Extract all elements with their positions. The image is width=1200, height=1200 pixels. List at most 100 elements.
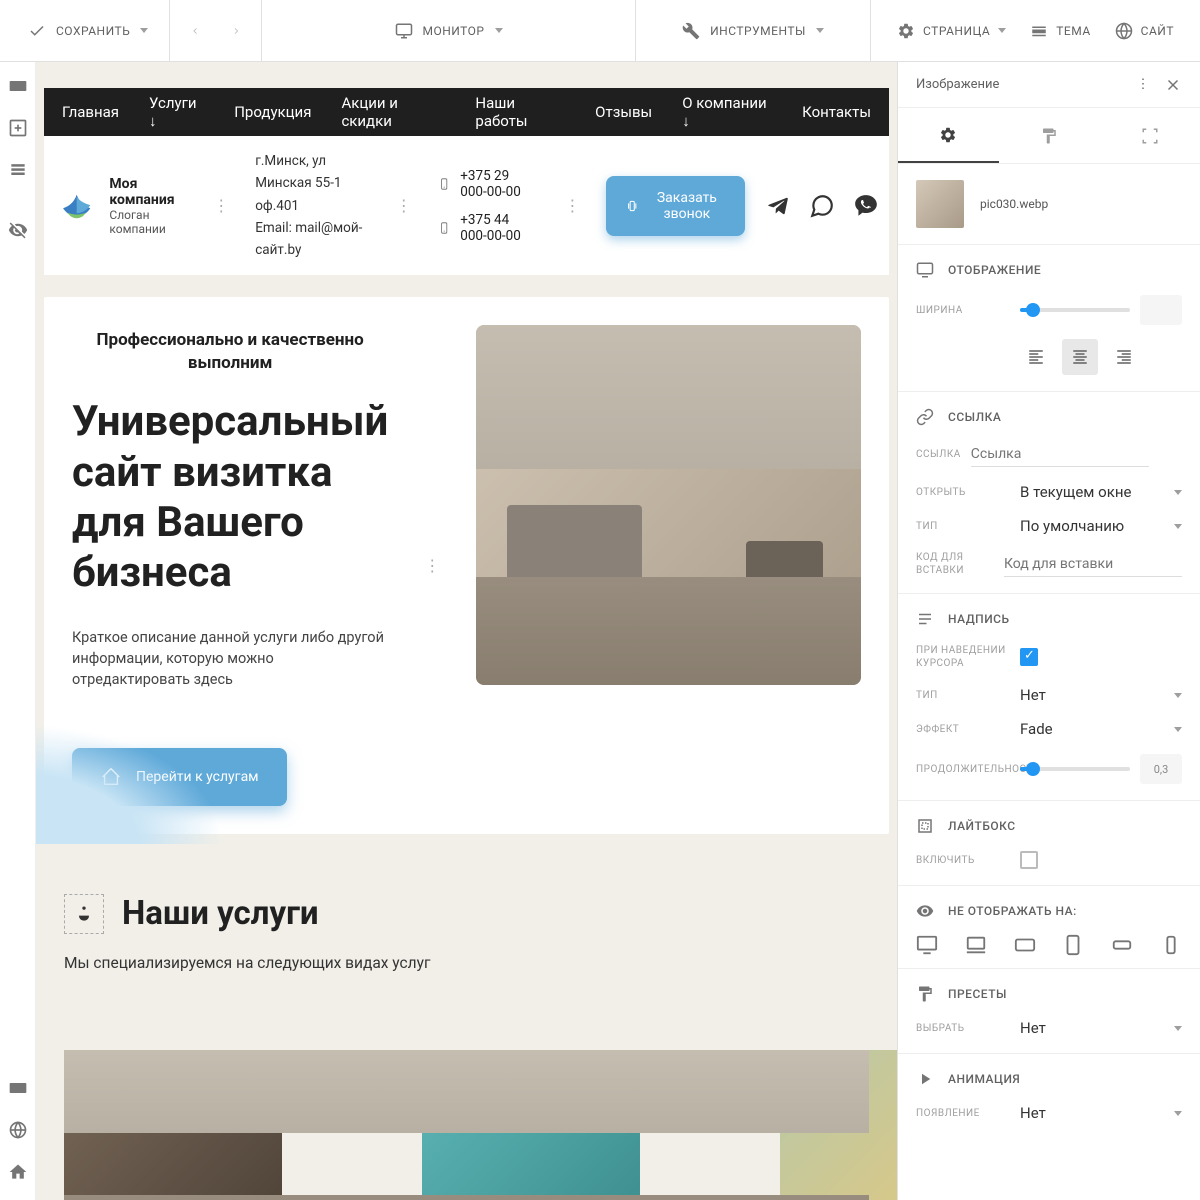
site-header: Моя компания Слоган компании ⋮ г.Минск, …	[44, 136, 889, 275]
nav-arrows	[170, 0, 262, 61]
width-label: ШИРИНА	[916, 304, 1010, 317]
anchor-icon[interactable]	[64, 894, 104, 934]
topbar: СОХРАНИТЬ МОНИТОР ИНСТРУМЕНТЫ СТРАНИЦА Т…	[0, 0, 1200, 62]
left-rail	[0, 62, 36, 1200]
service-card[interactable]	[780, 1050, 897, 1200]
phones: +375 29 000-00-00 +375 44 000-00-00	[438, 168, 539, 244]
device-phone-h-icon[interactable]	[1111, 934, 1133, 952]
wave-decoration	[36, 724, 224, 844]
nav-item[interactable]: Главная	[62, 103, 119, 121]
drag-handle-icon[interactable]: ⋮	[390, 196, 418, 215]
whatsapp-icon[interactable]	[809, 193, 835, 219]
embed-input[interactable]	[1004, 552, 1182, 577]
preset-select[interactable]: Нет	[1020, 1019, 1182, 1037]
services-subtitle[interactable]: Мы специализируемся на следующих видах у…	[64, 954, 869, 972]
device-tablet-h-icon[interactable]	[1014, 934, 1036, 952]
forward-icon[interactable]	[231, 22, 242, 40]
gear-icon	[897, 22, 915, 40]
lightbox-checkbox[interactable]	[1020, 851, 1038, 869]
home-icon[interactable]	[8, 1162, 28, 1182]
chevron-down-icon	[1174, 524, 1182, 529]
paint-icon	[1040, 127, 1058, 145]
device-laptop-icon[interactable]	[965, 934, 987, 952]
drag-handle-icon[interactable]: ⋮	[558, 196, 586, 215]
duration-input[interactable]: 0,3	[1140, 754, 1182, 784]
tools-menu[interactable]: ИНСТРУМЕНТЫ	[636, 0, 871, 61]
link-icon	[916, 408, 934, 426]
nav-item[interactable]: Контакты	[802, 103, 871, 121]
wrench-icon	[682, 22, 700, 40]
appear-select[interactable]: Нет	[1020, 1104, 1182, 1122]
hero-subtitle[interactable]: Профессионально и качественно выполним	[72, 329, 388, 375]
monitor-icon	[395, 22, 413, 40]
phone-vibrate-icon	[626, 197, 638, 215]
viber-icon[interactable]	[853, 193, 879, 219]
device-tablet-v-icon[interactable]	[1062, 934, 1084, 952]
page-menu[interactable]: СТРАНИЦА	[897, 22, 1006, 40]
save-label: СОХРАНИТЬ	[56, 24, 130, 38]
hero-description[interactable]: Краткое описание данной услуги либо друг…	[72, 627, 388, 690]
link-input[interactable]	[971, 442, 1149, 467]
services-section: Наши услуги Мы специализируемся на следу…	[44, 894, 889, 1200]
close-icon[interactable]	[1164, 76, 1182, 94]
lightbox-icon	[916, 817, 934, 835]
drag-handle-icon[interactable]: ⋮	[418, 556, 446, 575]
hide-icon[interactable]	[8, 220, 28, 240]
tab-style[interactable]	[999, 108, 1100, 163]
align-right-button[interactable]	[1106, 339, 1142, 375]
nav-item[interactable]: Продукция	[234, 103, 311, 121]
check-icon	[28, 22, 46, 40]
lotus-icon	[54, 182, 99, 230]
eye-icon	[916, 902, 934, 920]
chevron-down-icon	[1174, 693, 1182, 698]
hover-checkbox[interactable]	[1020, 648, 1038, 666]
width-slider[interactable]	[1020, 308, 1130, 312]
tab-fullscreen[interactable]	[1099, 108, 1200, 163]
width-input[interactable]	[1140, 295, 1182, 325]
type-select[interactable]: По умолчанию	[1020, 517, 1182, 535]
tab-settings[interactable]	[898, 108, 999, 163]
company-slogan: Слоган компании	[109, 208, 187, 236]
theme-button[interactable]: ТЕМА	[1030, 22, 1090, 40]
hero: Профессионально и качественно выполним У…	[44, 297, 889, 833]
caption-type-select[interactable]: Нет	[1020, 686, 1182, 704]
device-phone-v-icon[interactable]	[1160, 934, 1182, 952]
logo[interactable]: Моя компания Слоган компании	[54, 176, 187, 236]
nav-item[interactable]: Наши работы	[475, 94, 565, 130]
hero-image[interactable]	[476, 325, 861, 685]
globe-icon	[1115, 22, 1133, 40]
telegram-icon[interactable]	[765, 193, 791, 219]
hero-heading[interactable]: Универсальный сайт визитка для Вашего би…	[72, 397, 388, 599]
open-select[interactable]: В текущем окне	[1020, 483, 1182, 501]
display-icon	[916, 261, 934, 279]
align-left-button[interactable]	[1018, 339, 1054, 375]
nav-item[interactable]: Отзывы	[595, 103, 652, 121]
nav-item[interactable]: О компании ↓	[682, 94, 772, 130]
gear-icon	[939, 126, 957, 144]
viewport-selector[interactable]: МОНИТОР	[262, 0, 636, 61]
animation-icon	[916, 1070, 934, 1088]
globe-icon[interactable]	[8, 1120, 28, 1140]
add-block-icon[interactable]	[8, 118, 28, 138]
align-center-button[interactable]	[1062, 339, 1098, 375]
keyboard-icon[interactable]	[8, 1078, 28, 1098]
drag-handle-icon[interactable]: ⋮	[207, 196, 235, 215]
duration-slider[interactable]	[1020, 767, 1130, 771]
chevron-down-icon	[1174, 1111, 1182, 1116]
device-desktop-icon[interactable]	[916, 934, 938, 952]
site-button[interactable]: САЙТ	[1115, 22, 1174, 40]
services-heading[interactable]: Наши услуги	[122, 894, 319, 933]
caption-icon	[916, 610, 934, 628]
callback-button[interactable]: Заказать звонок	[606, 176, 745, 236]
back-icon[interactable]	[190, 22, 201, 40]
card-icon[interactable]	[8, 76, 28, 96]
effect-select[interactable]: Fade	[1020, 720, 1182, 738]
company-name: Моя компания	[109, 176, 187, 208]
save-button[interactable]: СОХРАНИТЬ	[0, 0, 170, 61]
page-label: СТРАНИЦА	[923, 24, 990, 38]
nav-item[interactable]: Акции и скидки	[341, 94, 445, 130]
more-icon[interactable]: ⋮	[1136, 76, 1150, 94]
pages-icon[interactable]	[8, 160, 28, 180]
file-row[interactable]: pic030.webp	[898, 164, 1200, 244]
nav-item[interactable]: Услуги ↓	[149, 94, 204, 130]
